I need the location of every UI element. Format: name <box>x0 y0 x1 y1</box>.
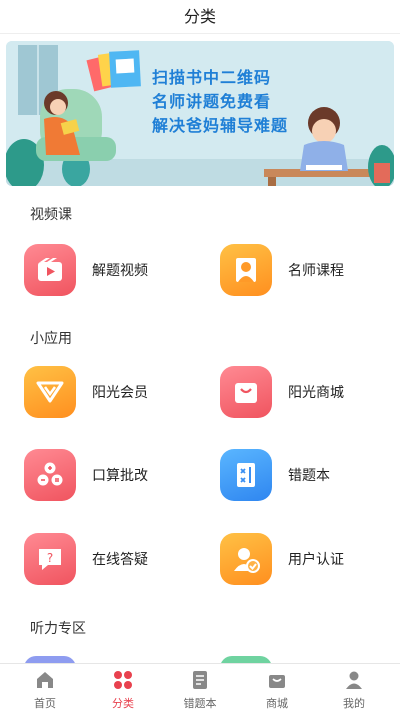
teacher-icon <box>220 244 272 296</box>
grid-item-label: 口算批改 <box>92 468 148 484</box>
grid-item-qa[interactable]: ? 在线答疑 <box>24 531 204 587</box>
page-title: 分类 <box>183 7 216 26</box>
grid-item-wrong-book[interactable]: 错题本 <box>220 447 400 503</box>
banner-line-3: 解决爸妈辅导难题 <box>152 116 289 135</box>
banner-line-2: 名师讲题免费看 <box>152 92 272 111</box>
grid-item-label: 阳光商城 <box>288 385 344 401</box>
grid-item-problem-video[interactable]: 解题视频 <box>24 242 204 298</box>
tab-label: 错题本 <box>183 697 217 710</box>
tab-label: 分类 <box>112 697 134 710</box>
tab-wrong-book[interactable]: 错题本 <box>160 664 240 711</box>
tab-profile[interactable]: 我的 <box>314 664 394 711</box>
category-grid-icon <box>114 671 132 689</box>
shopping-bag-icon <box>220 366 272 418</box>
tab-shop[interactable]: 商城 <box>237 664 317 711</box>
tab-label: 首页 <box>34 697 56 710</box>
tab-label: 我的 <box>343 697 365 710</box>
grid-item-label: 用户认证 <box>288 552 344 568</box>
grid-item-label: 错题本 <box>288 468 330 484</box>
video-play-icon <box>24 244 76 296</box>
svg-text:?: ? <box>47 551 53 565</box>
grid-item-label: 名师课程 <box>288 263 344 279</box>
calculator-icon <box>24 449 76 501</box>
section-title-apps: 小应用 <box>30 331 72 347</box>
notebook-icon <box>193 671 207 689</box>
section-title-listening: 听力专区 <box>30 621 86 637</box>
grid-item-label: 在线答疑 <box>92 552 148 568</box>
grid-item-vip[interactable]: 阳光会员 <box>24 364 204 420</box>
tab-category[interactable]: 分类 <box>83 664 163 711</box>
tab-label: 商城 <box>266 697 288 710</box>
grid-item-mall[interactable]: 阳光商城 <box>220 364 400 420</box>
bottom-tab-bar: 首页 分类 错题本 商城 我的 <box>0 663 400 711</box>
banner-line-1: 扫描书中二维码 <box>152 68 272 87</box>
grid-item-teacher-course[interactable]: 名师课程 <box>220 242 400 298</box>
grid-item-user-verify[interactable]: 用户认证 <box>220 531 400 587</box>
grid-item-label: 阳光会员 <box>92 385 148 401</box>
grid-item-mental-math[interactable]: 口算批改 <box>24 447 204 503</box>
notebook-icon <box>220 449 272 501</box>
tab-home[interactable]: 首页 <box>5 664 85 711</box>
promo-banner[interactable]: 扫描书中二维码 名师讲题免费看 解决爸妈辅导难题 <box>6 41 394 186</box>
question-chat-icon: ? <box>24 533 76 585</box>
section-title-video: 视频课 <box>30 207 72 223</box>
grid-item-label: 解题视频 <box>92 263 148 279</box>
profile-icon <box>346 671 362 689</box>
vip-diamond-icon <box>24 366 76 418</box>
shop-icon <box>269 675 285 688</box>
home-icon <box>37 672 53 688</box>
user-verified-icon <box>220 533 272 585</box>
top-bar: 分类 <box>0 0 400 34</box>
